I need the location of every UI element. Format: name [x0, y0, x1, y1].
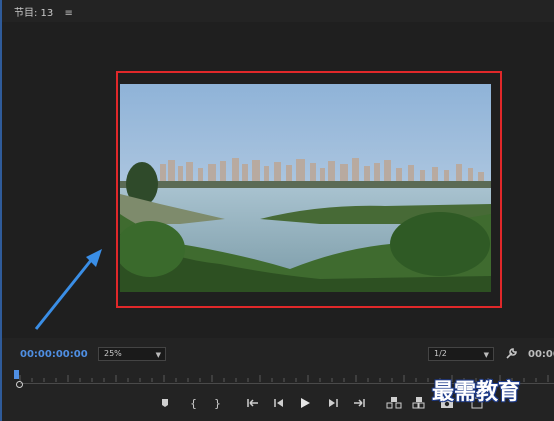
chevron-down-icon: ▼ — [155, 351, 161, 359]
playhead-timecode[interactable]: 00:00:00:00 — [20, 349, 88, 360]
play-icon — [301, 398, 310, 408]
go-to-out-icon — [354, 399, 365, 407]
marker-icon — [162, 399, 168, 407]
program-monitor-panel: 节目: 13 ≡ 00:00:00:00 25% ▼ 1/2 ▼ 00:0 {… — [0, 0, 554, 421]
lift-icon — [386, 397, 402, 409]
step-forward-icon — [329, 399, 338, 407]
duration-timecode[interactable]: 00:00 — [528, 349, 554, 360]
annotation-arrow — [34, 249, 102, 330]
playback-resolution-select[interactable]: 1/2 ▼ — [428, 347, 494, 361]
add-marker-button[interactable] — [158, 396, 172, 410]
svg-text:}: } — [214, 397, 221, 410]
play-button[interactable] — [298, 396, 312, 410]
step-forward-button[interactable] — [326, 396, 340, 410]
highlight-box — [116, 71, 502, 308]
go-to-in-icon — [247, 399, 258, 407]
svg-text:{: { — [190, 397, 197, 410]
panel-title[interactable]: 节目: 13 ≡ — [14, 4, 73, 19]
playback-resolution-value: 1/2 — [434, 349, 447, 358]
step-back-button[interactable] — [272, 396, 286, 410]
chevron-down-icon: ▼ — [483, 351, 489, 359]
panel-title-label: 节目: 13 — [14, 8, 54, 19]
mark-out-button[interactable]: } — [210, 396, 224, 410]
step-back-icon — [274, 399, 283, 407]
extract-icon — [412, 397, 425, 409]
mark-out-icon: } — [214, 397, 221, 410]
zoom-level-select[interactable]: 25% ▼ — [98, 347, 166, 361]
go-to-in-button[interactable] — [246, 396, 260, 410]
zoom-level-value: 25% — [104, 349, 122, 358]
playhead-marker[interactable] — [14, 370, 19, 379]
go-to-out-button[interactable] — [352, 396, 366, 410]
watermark-text: 最需教育 — [432, 379, 521, 405]
wrench-icon[interactable] — [505, 347, 518, 360]
lift-button[interactable] — [386, 396, 402, 410]
extract-button[interactable] — [412, 396, 426, 410]
mark-in-icon: { — [190, 397, 197, 410]
hamburger-icon[interactable]: ≡ — [64, 8, 72, 19]
mark-in-button[interactable]: { — [186, 396, 200, 410]
playhead-knob[interactable] — [16, 381, 23, 388]
